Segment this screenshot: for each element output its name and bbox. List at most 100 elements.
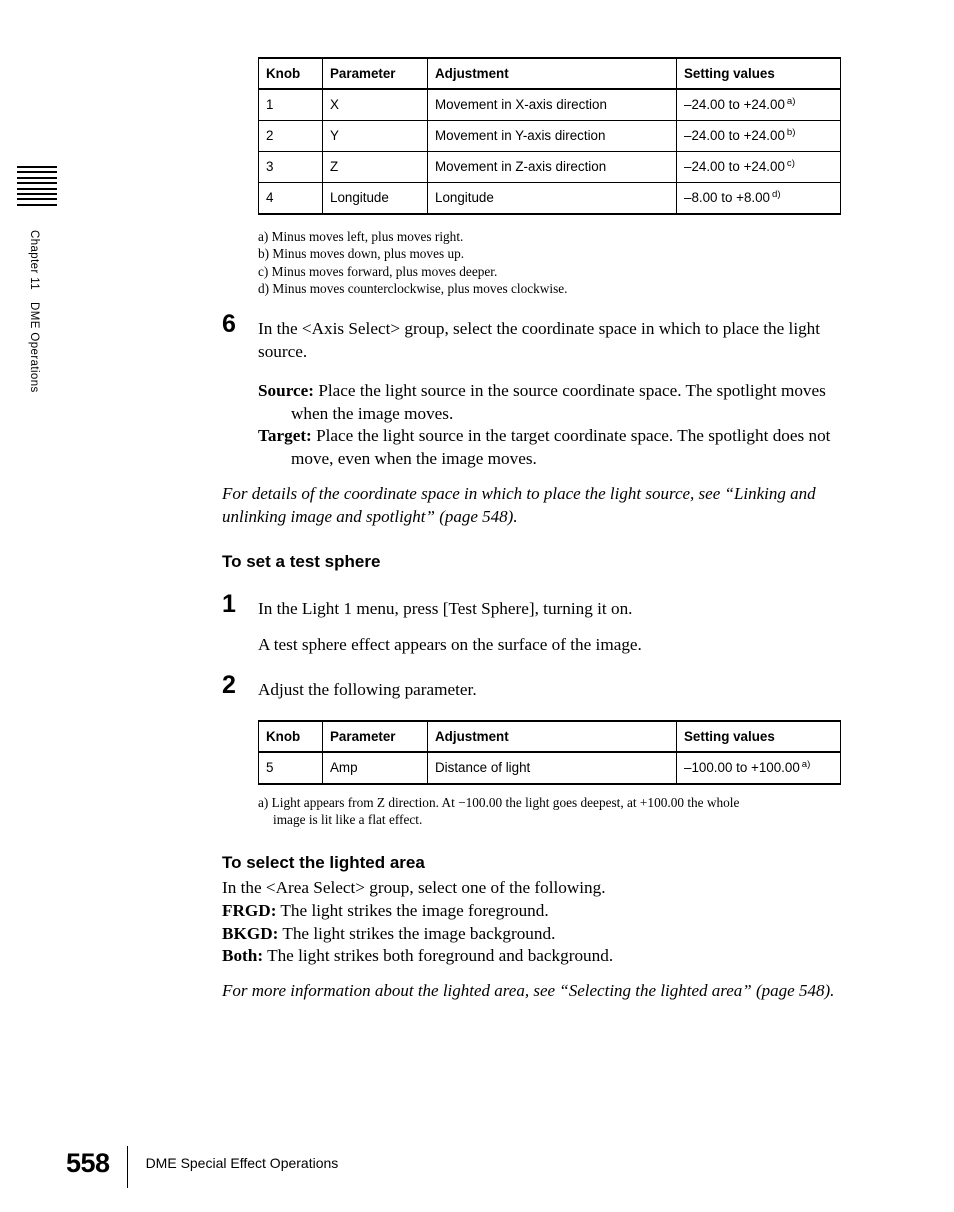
- table-header-row: Knob Parameter Adjustment Setting values: [258, 57, 841, 90]
- column-header-adjustment: Adjustment: [427, 720, 677, 753]
- chapter-label-title: DME Operations: [28, 302, 40, 393]
- table-header-row: Knob Parameter Adjustment Setting values: [258, 720, 841, 753]
- knob-parameter-table-2: Knob Parameter Adjustment Setting values…: [258, 720, 841, 785]
- setting-range: –24.00 to +24.00: [684, 128, 785, 144]
- section-heading-test-sphere: To set a test sphere: [222, 552, 381, 571]
- footnote-d: d) Minus moves counterclockwise, plus mo…: [258, 280, 568, 296]
- document-page: Chapter 11 DME Operations Knob Parameter …: [0, 0, 954, 1212]
- step-2: 2 Adjust the following parameter.: [222, 673, 847, 702]
- option-term: FRGD:: [222, 900, 277, 920]
- cell-knob: 2: [258, 120, 323, 152]
- column-header-parameter: Parameter: [322, 720, 428, 753]
- cell-setting-values: –8.00 to +8.00 d): [676, 182, 841, 215]
- cell-parameter: Amp: [322, 751, 428, 785]
- page-number: 558: [66, 1148, 110, 1178]
- cell-knob: 1: [258, 88, 323, 121]
- setting-range: –8.00 to +8.00: [684, 190, 770, 206]
- option-desc: The light strikes the image background.: [282, 923, 556, 943]
- option-term: BKGD:: [222, 923, 279, 943]
- cell-knob: 4: [258, 182, 323, 215]
- footnote-marker: d): [772, 188, 781, 200]
- column-header-adjustment: Adjustment: [427, 57, 677, 90]
- page-footer: 558 DME Special Effect Operations: [66, 1146, 339, 1188]
- definition-source: Source: Place the light source in the so…: [258, 380, 858, 425]
- footer-divider: [126, 1146, 128, 1188]
- tab-marker-bar: [17, 203, 57, 206]
- step-1-result: A test sphere effect appears on the surf…: [258, 635, 642, 654]
- cell-parameter: Y: [322, 120, 428, 152]
- tab-marker-bar: [17, 166, 57, 168]
- definition-target: Target: Place the light source in the ta…: [258, 425, 858, 470]
- table-row: 3 Z Movement in Z-axis direction –24.00 …: [258, 151, 841, 183]
- axis-select-definitions: Source: Place the light source in the so…: [258, 380, 858, 470]
- cell-adjustment: Movement in X-axis direction: [427, 88, 677, 121]
- setting-range: –100.00 to +100.00: [684, 760, 800, 776]
- cell-parameter: X: [322, 88, 428, 121]
- cell-setting-values: –24.00 to +24.00 c): [676, 151, 841, 183]
- chapter-label-number: Chapter 11: [28, 230, 40, 291]
- option-bkgd: BKGD: The light strikes the image backgr…: [222, 923, 862, 946]
- table-row: 4 Longitude Longitude –8.00 to +8.00 d): [258, 182, 841, 215]
- table-row: 2 Y Movement in Y-axis direction –24.00 …: [258, 120, 841, 152]
- footnote-marker: a): [801, 758, 811, 770]
- footnote-marker: c): [786, 157, 795, 169]
- footer-title: DME Special Effect Operations: [145, 1155, 339, 1171]
- step-text: Adjust the following parameter.: [258, 680, 477, 699]
- cell-knob: 5: [258, 751, 323, 785]
- step-number: 2: [222, 671, 236, 699]
- chapter-tab-marker: [17, 166, 57, 210]
- step-number: 6: [222, 310, 236, 338]
- footnote-marker: b): [786, 126, 796, 138]
- tab-marker-bar: [17, 176, 57, 179]
- cell-adjustment: Longitude: [427, 182, 677, 215]
- setting-range: –24.00 to +24.00: [684, 97, 785, 113]
- step-1: 1 In the Light 1 menu, press [Test Spher…: [222, 592, 847, 621]
- cell-adjustment: Movement in Y-axis direction: [427, 120, 677, 152]
- column-header-knob: Knob: [258, 57, 323, 90]
- definition-term: Source:: [258, 381, 315, 400]
- column-header-parameter: Parameter: [322, 57, 428, 90]
- definition-desc: Place the light source in the target coo…: [291, 426, 831, 468]
- step-text: In the <Axis Select> group, select the c…: [258, 319, 821, 361]
- chapter-label: Chapter 11 DME Operations: [28, 230, 40, 393]
- cell-adjustment: Movement in Z-axis direction: [427, 151, 677, 183]
- option-desc: The light strikes the image foreground.: [280, 900, 549, 920]
- table-row: 1 X Movement in X-axis direction –24.00 …: [258, 88, 841, 121]
- footnote-a-line-1: a) Light appears from Z direction. At −1…: [258, 795, 740, 810]
- cell-parameter: Z: [322, 151, 428, 183]
- cell-parameter: Longitude: [322, 182, 428, 215]
- footnote-b: b) Minus moves down, plus moves up.: [258, 246, 465, 262]
- footnote-c: c) Minus moves forward, plus moves deepe…: [258, 263, 498, 279]
- definition-term: Target:: [258, 426, 312, 445]
- setting-range: –24.00 to +24.00: [684, 159, 785, 175]
- tab-marker-bar: [17, 192, 57, 195]
- step-text: In the Light 1 menu, press [Test Sphere]…: [258, 599, 633, 618]
- footnote-a: a) Minus moves left, plus moves right.: [258, 229, 464, 244]
- column-header-setting-values: Setting values: [676, 57, 841, 90]
- step-6: 6 In the <Axis Select> group, select the…: [222, 312, 847, 363]
- footnote-a-line-2: image is lit like a flat effect.: [273, 812, 423, 828]
- tab-marker-bar: [17, 187, 57, 190]
- footnote-marker: a): [786, 95, 796, 107]
- tab-marker-bar: [17, 198, 57, 201]
- cell-setting-values: –24.00 to +24.00 b): [676, 120, 841, 152]
- option-frgd: FRGD: The light strikes the image foregr…: [222, 900, 862, 923]
- lighted-area-intro: In the <Area Select> group, select one o…: [222, 878, 606, 897]
- section-heading-lighted-area: To select the lighted area: [222, 853, 425, 872]
- lighted-area-cross-reference: For more information about the lighted a…: [222, 981, 835, 1000]
- cell-setting-values: –100.00 to +100.00 a): [676, 751, 841, 785]
- column-header-setting-values: Setting values: [676, 720, 841, 753]
- table-1-footnotes: a) Minus moves left, plus moves right. b…: [258, 228, 818, 297]
- option-term: Both:: [222, 946, 264, 966]
- cell-setting-values: –24.00 to +24.00 a): [676, 88, 841, 121]
- definition-desc: Place the light source in the source coo…: [291, 381, 826, 423]
- table-row: 5 Amp Distance of light –100.00 to +100.…: [258, 751, 841, 785]
- coordinate-space-cross-reference: For details of the coordinate space in w…: [222, 484, 816, 526]
- tab-marker-bar: [17, 182, 57, 185]
- lighted-area-options: In the <Area Select> group, select one o…: [222, 877, 862, 968]
- option-desc: The light strikes both foreground and ba…: [267, 946, 614, 966]
- tab-marker-bar: [17, 171, 57, 174]
- table-2-footnotes: a) Light appears from Z direction. At −1…: [258, 794, 858, 829]
- cell-knob: 3: [258, 151, 323, 183]
- column-header-knob: Knob: [258, 720, 323, 753]
